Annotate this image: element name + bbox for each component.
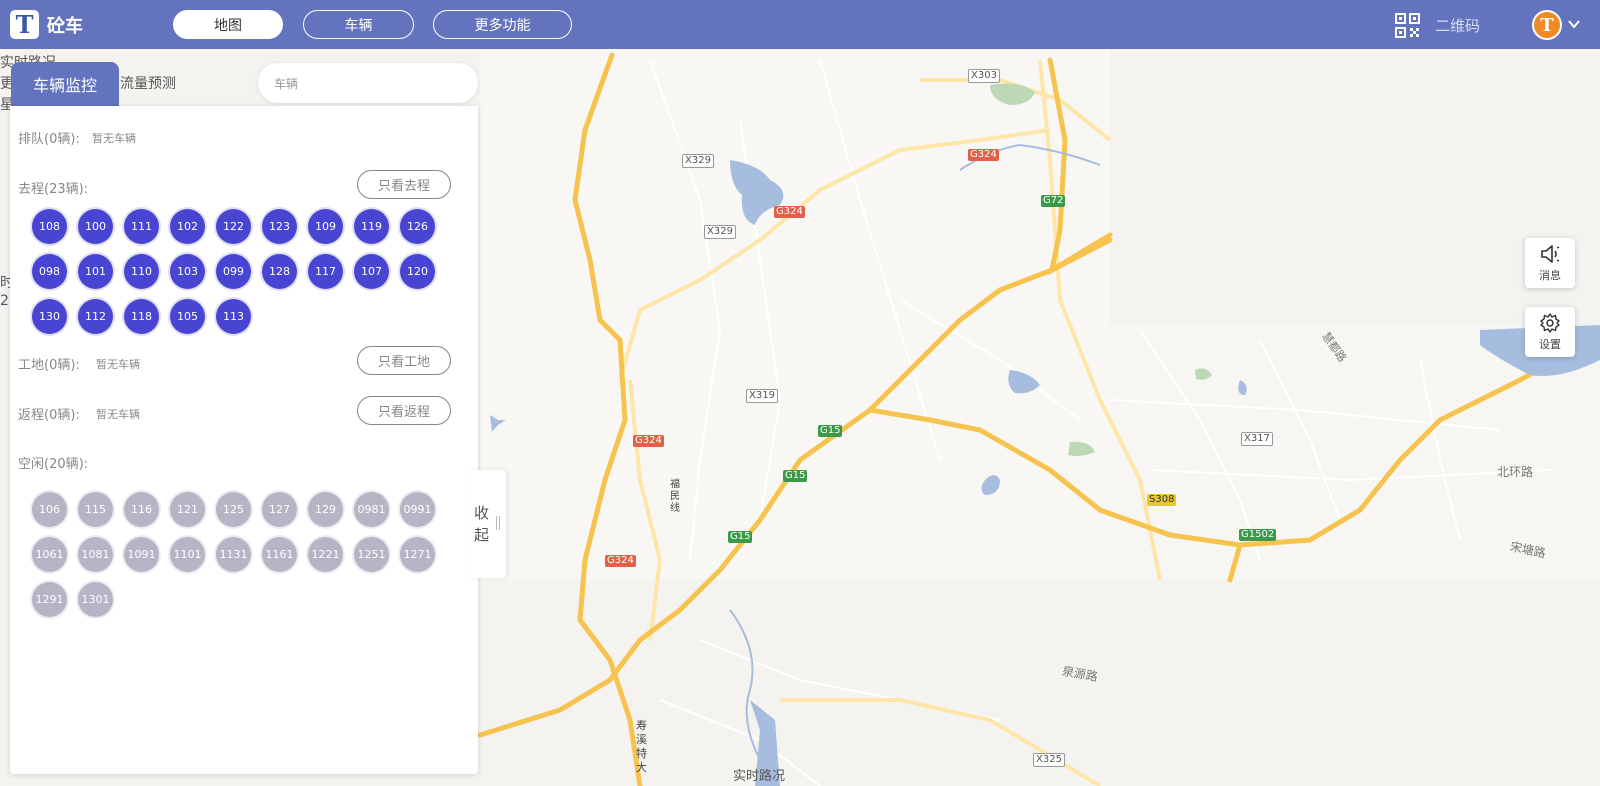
- road-label: X329: [704, 225, 736, 239]
- vehicle-chip-outbound[interactable]: 107: [354, 254, 389, 289]
- chevron-down-icon[interactable]: [1567, 17, 1581, 31]
- vehicle-chip-idle[interactable]: 0991: [400, 492, 435, 527]
- app-logo[interactable]: T: [10, 10, 39, 39]
- queue-title: 排队(0辆):: [18, 132, 80, 147]
- logo-letter: T: [15, 9, 34, 39]
- vehicle-chip-outbound[interactable]: 099: [216, 254, 251, 289]
- road-label: X329: [682, 154, 714, 168]
- place-label: 寿溪特大: [636, 719, 647, 774]
- tab-vehicle-monitor[interactable]: 车辆监控: [11, 62, 119, 106]
- vehicle-chip-outbound[interactable]: 109: [308, 209, 343, 244]
- vehicle-chip-outbound[interactable]: 118: [124, 299, 159, 334]
- road-label: X325: [1033, 753, 1065, 767]
- road-label: G15: [818, 425, 843, 437]
- road-label: G324: [633, 435, 664, 447]
- road-label: G324: [774, 206, 805, 218]
- message-button[interactable]: 消息: [1525, 238, 1575, 288]
- message-label: 消息: [1539, 269, 1561, 282]
- vehicle-search-input[interactable]: 车辆: [258, 63, 478, 103]
- place-label: 福民线: [670, 479, 680, 514]
- vehicle-chip-idle[interactable]: 115: [78, 492, 113, 527]
- vehicle-chip-idle[interactable]: 125: [216, 492, 251, 527]
- vehicle-chip-outbound[interactable]: 130: [32, 299, 67, 334]
- outbound-title: 去程(23辆):: [18, 182, 89, 197]
- road-label: G324: [605, 555, 636, 567]
- drag-handle-icon: [496, 516, 500, 530]
- vehicle-chip-outbound[interactable]: 113: [216, 299, 251, 334]
- nav-vehicles[interactable]: 车辆: [303, 10, 414, 39]
- vehicle-chip-idle[interactable]: 116: [124, 492, 159, 527]
- vehicle-chip-outbound[interactable]: 101: [78, 254, 113, 289]
- road-label: G1502: [1239, 529, 1277, 541]
- vehicle-chip-idle[interactable]: 1251: [354, 537, 389, 572]
- vehicle-chip-idle[interactable]: 1271: [400, 537, 435, 572]
- road-label: G15: [783, 470, 808, 482]
- vehicle-chip-idle[interactable]: 0981: [354, 492, 389, 527]
- return-title: 返程(0辆):: [18, 408, 80, 423]
- settings-button[interactable]: 设置: [1525, 307, 1575, 357]
- vehicle-chip-idle[interactable]: 1301: [78, 582, 113, 617]
- collapse-panel-button[interactable]: 收起: [468, 470, 506, 578]
- queue-note: 暂无车辆: [92, 132, 136, 145]
- road-label: S308: [1147, 494, 1177, 506]
- qr-label[interactable]: 二维码: [1435, 15, 1480, 36]
- vehicle-chip-idle[interactable]: 129: [308, 492, 343, 527]
- qr-code-icon[interactable]: [1395, 13, 1420, 38]
- vehicle-chip-idle[interactable]: 1291: [32, 582, 67, 617]
- vehicle-chip-idle[interactable]: 1091: [124, 537, 159, 572]
- vehicle-chip-idle[interactable]: 1131: [216, 537, 251, 572]
- vehicle-chip-outbound[interactable]: 123: [262, 209, 297, 244]
- vehicle-chip-idle[interactable]: 106: [32, 492, 67, 527]
- brand-name: 砼车: [47, 16, 83, 37]
- nav-more[interactable]: 更多功能: [433, 10, 572, 39]
- vehicle-chip-outbound[interactable]: 128: [262, 254, 297, 289]
- vehicle-panel: 排队(0辆): 暂无车辆 去程(23辆): 只看去程 108 100 111 102 1…: [10, 106, 478, 774]
- road-label: X317: [1241, 432, 1273, 446]
- gear-icon: [1540, 313, 1560, 333]
- vehicle-chip-idle[interactable]: 1221: [308, 537, 343, 572]
- vehicle-chip-outbound[interactable]: 102: [170, 209, 205, 244]
- outbound-filter-button[interactable]: 只看去程: [357, 170, 451, 199]
- return-note: 暂无车辆: [96, 408, 140, 421]
- vehicle-chip-outbound[interactable]: 120: [400, 254, 435, 289]
- vehicle-chip-outbound[interactable]: 119: [354, 209, 389, 244]
- vehicle-chip-outbound[interactable]: 100: [78, 209, 113, 244]
- site-note: 暂无车辆: [96, 358, 140, 371]
- user-avatar[interactable]: T: [1532, 10, 1562, 40]
- place-label: 实时路况: [733, 769, 786, 784]
- road-label: X319: [746, 389, 778, 403]
- place-label: 北环路: [1497, 465, 1534, 479]
- road-label: X303: [968, 69, 1000, 83]
- vehicle-chip-outbound[interactable]: 122: [216, 209, 251, 244]
- vehicle-chip-idle[interactable]: 1161: [262, 537, 297, 572]
- idle-title: 空闲(20辆):: [18, 457, 89, 472]
- vehicle-chip-outbound[interactable]: 110: [124, 254, 159, 289]
- vehicle-chip-outbound[interactable]: 111: [124, 209, 159, 244]
- ghost-text: 2: [0, 293, 9, 309]
- flow-forecast-text[interactable]: 流量预测: [120, 73, 176, 93]
- road-label: G324: [968, 149, 999, 161]
- vehicle-chip-idle[interactable]: 121: [170, 492, 205, 527]
- site-filter-button[interactable]: 只看工地: [357, 346, 451, 375]
- vehicle-chip-idle[interactable]: 1101: [170, 537, 205, 572]
- vehicle-chip-outbound[interactable]: 112: [78, 299, 113, 334]
- site-title: 工地(0辆):: [18, 358, 80, 373]
- vehicle-chip-outbound[interactable]: 098: [32, 254, 67, 289]
- vehicle-chip-outbound[interactable]: 105: [170, 299, 205, 334]
- vehicle-chip-outbound[interactable]: 108: [32, 209, 67, 244]
- collapse-label: 收起: [474, 504, 490, 544]
- road-label: G72: [1041, 195, 1066, 207]
- settings-label: 设置: [1539, 338, 1561, 351]
- road-label: G15: [728, 531, 753, 543]
- vehicle-chip-idle[interactable]: 1081: [78, 537, 113, 572]
- vehicle-chip-outbound[interactable]: 126: [400, 209, 435, 244]
- return-filter-button[interactable]: 只看返程: [357, 396, 451, 425]
- top-bar: T 砼车 地图 车辆 更多功能 二维码 T: [0, 0, 1600, 49]
- vehicle-chip-idle[interactable]: 127: [262, 492, 297, 527]
- speaker-icon: [1541, 245, 1560, 263]
- vehicle-chip-idle[interactable]: 1061: [32, 537, 67, 572]
- vehicle-chip-outbound[interactable]: 117: [308, 254, 343, 289]
- vehicle-chip-outbound[interactable]: 103: [170, 254, 205, 289]
- nav-map[interactable]: 地图: [173, 10, 283, 39]
